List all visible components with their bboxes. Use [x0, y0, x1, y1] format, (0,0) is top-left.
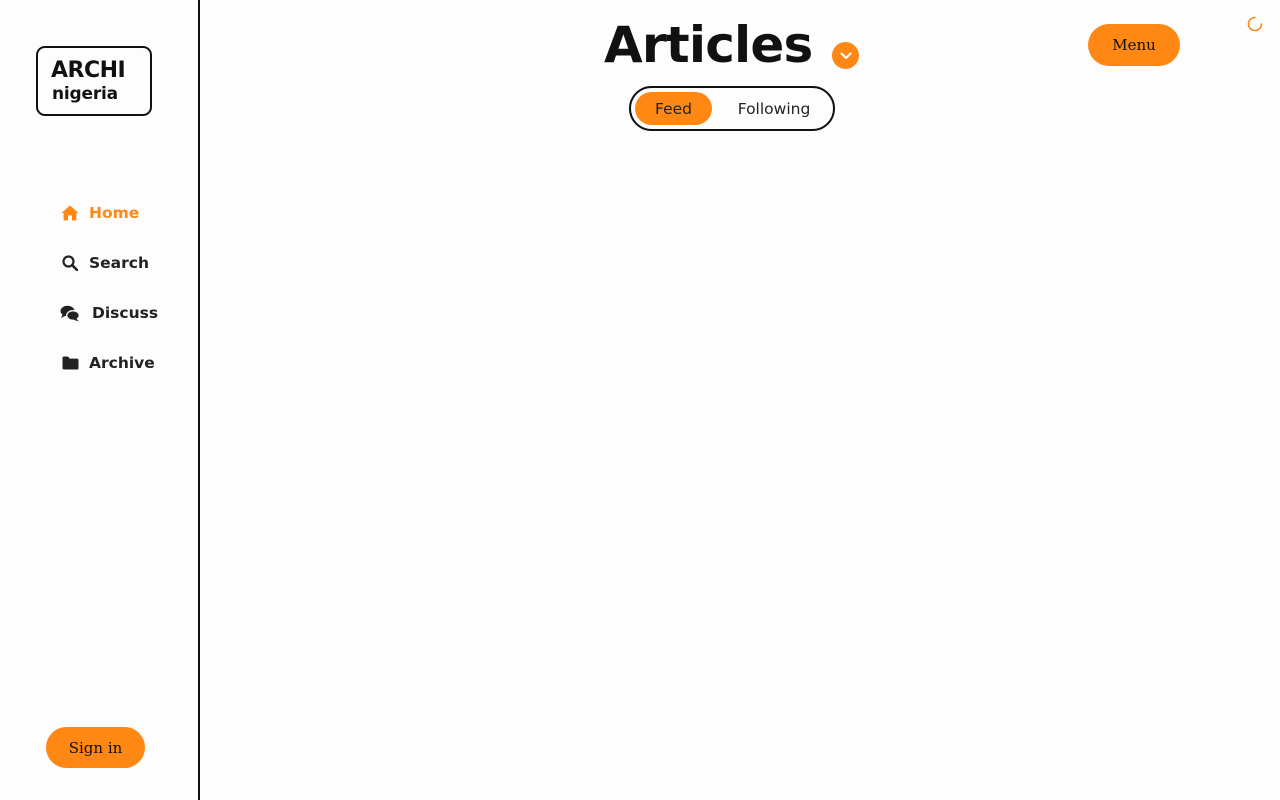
loading-spinner-icon: [1247, 16, 1263, 32]
sidebar: ARCHI nigeria Home Search Discuss Archiv…: [0, 0, 200, 800]
home-icon: [60, 203, 80, 223]
sidebar-item-home[interactable]: Home: [60, 198, 139, 228]
tab-feed[interactable]: Feed: [635, 92, 712, 125]
logo-text-archi: ARCHI: [51, 58, 126, 83]
page-title: Articles: [604, 16, 813, 74]
sidebar-item-label: Search: [89, 254, 150, 272]
sidebar-item-label: Home: [89, 204, 140, 222]
search-icon: [60, 253, 80, 273]
sidebar-item-discuss[interactable]: Discuss: [60, 298, 158, 328]
sidebar-item-archive[interactable]: Archive: [60, 348, 155, 378]
title-dropdown-button[interactable]: [832, 42, 859, 69]
menu-button[interactable]: Menu: [1088, 24, 1180, 66]
feed-following-toggle: Feed Following: [629, 86, 835, 131]
sign-in-button[interactable]: Sign in: [46, 727, 145, 768]
tab-following[interactable]: Following: [719, 92, 829, 125]
comments-icon: [60, 303, 80, 323]
logo-text-nigeria: nigeria: [52, 84, 118, 104]
chevron-down-icon: [839, 51, 852, 60]
archinigeria-logo[interactable]: ARCHI nigeria: [36, 46, 152, 116]
folder-icon: [60, 353, 80, 373]
sidebar-item-label: Archive: [89, 354, 155, 372]
sidebar-item-search[interactable]: Search: [60, 248, 149, 278]
sidebar-item-label: Discuss: [92, 304, 159, 322]
app-root: ARCHI nigeria Home Search Discuss Archiv…: [0, 0, 1280, 800]
